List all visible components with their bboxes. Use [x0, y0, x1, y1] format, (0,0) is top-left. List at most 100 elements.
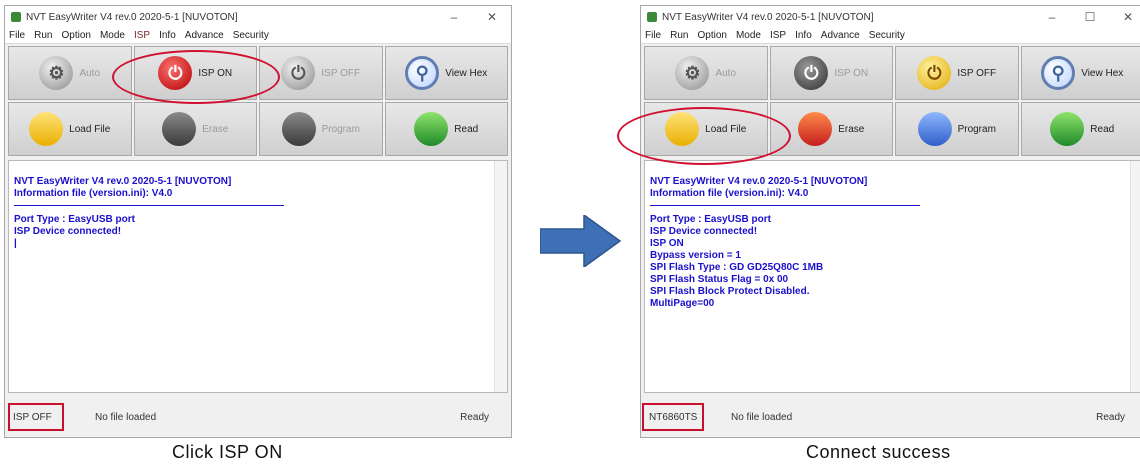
log-output[interactable]: NVT EasyWriter V4 rev.0 2020-5-1 [NUVOTO…	[644, 160, 1140, 393]
log-line: Port Type : EasyUSB port	[14, 214, 135, 225]
program-button[interactable]: Program	[259, 102, 383, 156]
loaded-file: No file loaded	[95, 411, 157, 423]
isp-on-button[interactable]: ⏻ ISP ON	[769, 46, 893, 100]
chip-read-icon	[414, 112, 449, 146]
load-file-highlight	[617, 107, 791, 165]
log-info-file: Information file (version.ini): V4.0	[650, 188, 809, 199]
chip-read-icon	[1050, 112, 1085, 146]
ready-status: Ready	[1096, 411, 1125, 423]
menu-info[interactable]: Info	[159, 28, 176, 43]
power-on-icon: ⏻	[794, 56, 829, 90]
power-off-icon: ⏻	[281, 56, 316, 90]
title-bar: NVT EasyWriter V4 rev.0 2020-5-1 [NUVOTO…	[641, 6, 1140, 28]
log-line: ISP Device connected!	[650, 226, 758, 237]
menu-option[interactable]: Option	[61, 28, 90, 43]
load-file-button[interactable]: Load File	[8, 102, 132, 156]
log-line: ISP Device connected!	[14, 226, 122, 237]
menu-advance[interactable]: Advance	[185, 28, 224, 43]
window-title: NVT EasyWriter V4 rev.0 2020-5-1 [NUVOTO…	[662, 11, 874, 23]
view-hex-button[interactable]: ⚲ View Hex	[1020, 46, 1140, 100]
power-off-icon: ⏻	[917, 56, 952, 90]
folder-icon	[29, 112, 64, 146]
menu-bar: File Run Option Mode ISP Info Advance Se…	[641, 28, 1140, 44]
log-line: SPI Flash Status Flag = 0x 00	[650, 274, 789, 285]
loaded-file: No file loaded	[731, 411, 793, 423]
view-hex-button[interactable]: ⚲ View Hex	[384, 46, 508, 100]
chip-erase-icon	[162, 112, 197, 146]
window-title: NVT EasyWriter V4 rev.0 2020-5-1 [NUVOTO…	[26, 11, 238, 23]
status-bar: ISP OFF No file loaded Ready	[5, 397, 511, 437]
read-button[interactable]: Read	[384, 102, 508, 156]
status-state-highlight	[8, 403, 64, 431]
read-label: Read	[454, 123, 479, 135]
log-cursor: |	[14, 238, 17, 249]
auto-run-icon: ⚙	[39, 56, 74, 90]
left-caption: Click ISP ON	[172, 442, 283, 462]
menu-security[interactable]: Security	[233, 28, 269, 43]
ready-status: Ready	[460, 411, 489, 423]
magnifier-icon: ⚲	[1041, 56, 1076, 90]
menu-mode[interactable]: Mode	[736, 28, 761, 43]
log-line: ISP ON	[650, 238, 684, 249]
program-label: Program	[321, 123, 360, 135]
chip-program-icon	[281, 112, 316, 146]
isp-on-label: ISP ON	[834, 67, 869, 79]
menu-security[interactable]: Security	[869, 28, 905, 43]
erase-label: Erase	[202, 123, 229, 135]
log-output[interactable]: NVT EasyWriter V4 rev.0 2020-5-1 [NUVOTO…	[8, 160, 508, 393]
log-line: Port Type : EasyUSB port	[650, 214, 771, 225]
close-button[interactable]: ✕	[473, 10, 511, 24]
device-name-highlight	[642, 403, 704, 431]
menu-mode[interactable]: Mode	[100, 28, 125, 43]
erase-button[interactable]: Erase	[133, 102, 257, 156]
menu-file[interactable]: File	[9, 28, 25, 43]
isp-off-button[interactable]: ⏻ ISP OFF	[895, 46, 1019, 100]
log-line: SPI Flash Block Protect Disabled.	[650, 286, 810, 297]
chip-program-icon	[917, 112, 952, 146]
menu-bar: File Run Option Mode ISP Info Advance Se…	[5, 28, 511, 44]
minimize-button[interactable]: –	[435, 10, 473, 24]
log-separator	[650, 205, 920, 206]
menu-isp[interactable]: ISP	[770, 28, 786, 43]
minimize-button[interactable]: –	[1033, 10, 1071, 24]
log-header: NVT EasyWriter V4 rev.0 2020-5-1 [NUVOTO…	[14, 176, 232, 187]
log-line: SPI Flash Type : GD GD25Q80C 1MB	[650, 262, 824, 273]
menu-isp[interactable]: ISP	[134, 28, 150, 43]
isp-off-label: ISP OFF	[321, 67, 361, 79]
vertical-scrollbar[interactable]	[494, 161, 507, 392]
app-icon	[11, 12, 21, 22]
auto-run-icon: ⚙	[675, 56, 710, 90]
isp-on-highlight	[112, 50, 280, 104]
log-separator	[14, 205, 284, 206]
menu-option[interactable]: Option	[697, 28, 726, 43]
app-icon	[647, 12, 657, 22]
right-caption: Connect success	[806, 442, 951, 462]
vertical-scrollbar[interactable]	[1130, 161, 1140, 392]
menu-advance[interactable]: Advance	[821, 28, 860, 43]
auto-button[interactable]: ⚙ Auto	[644, 46, 768, 100]
maximize-button[interactable]: ☐	[1071, 10, 1109, 24]
close-button[interactable]: ✕	[1109, 10, 1140, 24]
auto-label: Auto	[79, 67, 101, 79]
status-bar: NT6860TS No file loaded Ready	[641, 397, 1140, 437]
view-hex-label: View Hex	[1081, 67, 1124, 79]
title-bar: NVT EasyWriter V4 rev.0 2020-5-1 [NUVOTO…	[5, 6, 511, 28]
log-header: NVT EasyWriter V4 rev.0 2020-5-1 [NUVOTO…	[650, 176, 868, 187]
read-label: Read	[1090, 123, 1115, 135]
program-button[interactable]: Program	[895, 102, 1019, 156]
menu-run[interactable]: Run	[34, 28, 52, 43]
right-easywriter-window: NVT EasyWriter V4 rev.0 2020-5-1 [NUVOTO…	[640, 5, 1140, 438]
log-line: Bypass version = 1	[650, 250, 741, 261]
load-file-label: Load File	[69, 123, 111, 135]
view-hex-label: View Hex	[445, 67, 488, 79]
erase-label: Erase	[838, 123, 865, 135]
program-label: Program	[957, 123, 996, 135]
menu-file[interactable]: File	[645, 28, 661, 43]
menu-run[interactable]: Run	[670, 28, 688, 43]
menu-info[interactable]: Info	[795, 28, 812, 43]
log-line: MultiPage=00	[650, 298, 715, 309]
read-button[interactable]: Read	[1020, 102, 1140, 156]
magnifier-icon: ⚲	[405, 56, 440, 90]
log-info-file: Information file (version.ini): V4.0	[14, 188, 173, 199]
right-arrow-icon	[540, 215, 622, 267]
